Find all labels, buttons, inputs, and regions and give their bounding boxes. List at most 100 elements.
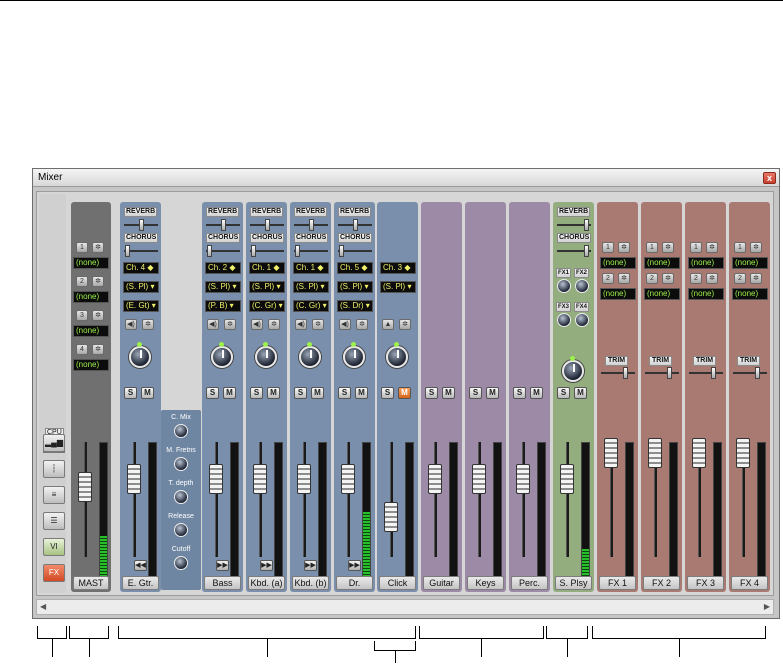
vi-button[interactable]: VI: [43, 538, 65, 556]
reverb-slider[interactable]: [338, 219, 372, 231]
fader-handle[interactable]: [560, 464, 574, 494]
speaker-icon[interactable]: ◀): [251, 319, 263, 330]
reverb-slider[interactable]: [557, 219, 591, 231]
mute-button[interactable]: M: [530, 387, 543, 399]
mute-button[interactable]: M: [442, 387, 455, 399]
scroll-left-icon[interactable]: ◀: [40, 602, 46, 611]
reverb-slider[interactable]: [294, 219, 328, 231]
solo-button[interactable]: S: [513, 387, 526, 399]
fader-handle[interactable]: [341, 464, 355, 494]
list-icon[interactable]: ≡: [43, 486, 65, 504]
nav-button[interactable]: ▶▶: [260, 560, 273, 571]
channel-name[interactable]: Perc.: [511, 576, 548, 590]
fader-handle[interactable]: [253, 464, 267, 494]
channel-name[interactable]: FX 4: [731, 576, 768, 590]
chorus-thumb[interactable]: [339, 245, 344, 257]
send-dropdown[interactable]: (none): [600, 257, 636, 269]
trim-thumb[interactable]: [623, 367, 628, 379]
nav-button[interactable]: ▶▶: [216, 560, 229, 571]
send-gear-icon[interactable]: ✲: [662, 242, 674, 253]
fader-track[interactable]: [303, 442, 306, 557]
reverb-slider[interactable]: [250, 219, 284, 231]
pan-knob[interactable]: [343, 342, 365, 368]
mute-button[interactable]: M: [398, 387, 411, 399]
reverb-thumb[interactable]: [309, 219, 314, 231]
channel-name[interactable]: Keys: [467, 576, 504, 590]
mute-button[interactable]: M: [574, 387, 587, 399]
speaker-icon[interactable]: ◀): [207, 319, 219, 330]
fader-track[interactable]: [215, 442, 218, 557]
fader-handle[interactable]: [384, 502, 398, 532]
speaker-icon[interactable]: ◀): [125, 319, 137, 330]
midi-channel-dropdown[interactable]: Ch. 3 ◆: [380, 262, 416, 274]
trim-thumb[interactable]: [667, 367, 672, 379]
chorus-slider[interactable]: [557, 245, 591, 257]
channel-name[interactable]: FX 3: [687, 576, 724, 590]
fader-handle[interactable]: [692, 438, 706, 468]
chorus-slider[interactable]: [124, 245, 158, 257]
mute-button[interactable]: M: [141, 387, 154, 399]
channel-name[interactable]: Dr.: [336, 576, 373, 590]
gear-icon[interactable]: ✲: [142, 319, 154, 330]
chorus-thumb[interactable]: [125, 245, 130, 257]
plugin-param-knob[interactable]: [174, 556, 188, 570]
channel-name[interactable]: Click: [379, 576, 416, 590]
plugin-param-knob[interactable]: [174, 490, 188, 504]
send-gear-icon[interactable]: ✲: [92, 344, 104, 355]
chorus-thumb[interactable]: [207, 245, 212, 257]
fader-track[interactable]: [259, 442, 262, 557]
fader-handle[interactable]: [428, 464, 442, 494]
pan-knob[interactable]: [299, 342, 321, 368]
trim-slider[interactable]: [733, 367, 767, 379]
solo-button[interactable]: S: [381, 387, 394, 399]
mute-button[interactable]: M: [355, 387, 368, 399]
menu-icon[interactable]: ☰: [43, 512, 65, 530]
solo-button[interactable]: S: [206, 387, 219, 399]
pan-knob[interactable]: [129, 342, 151, 368]
port-dropdown[interactable]: (S. Pl) ▾: [380, 281, 416, 293]
port-dropdown[interactable]: (S. Pl) ▾: [205, 281, 241, 293]
send-dropdown[interactable]: (none): [644, 257, 680, 269]
send-dropdown[interactable]: (none): [688, 257, 724, 269]
chorus-slider[interactable]: [250, 245, 284, 257]
plugin-param-knob[interactable]: [174, 424, 188, 438]
fader-track[interactable]: [347, 442, 350, 557]
solo-button[interactable]: S: [294, 387, 307, 399]
instrument-dropdown[interactable]: (C. Gr) ▾: [249, 300, 285, 312]
fader-track[interactable]: [522, 442, 525, 557]
fx-send-knob[interactable]: [575, 313, 589, 327]
solo-button[interactable]: S: [338, 387, 351, 399]
send-gear-icon[interactable]: ✲: [618, 242, 630, 253]
fader-handle[interactable]: [209, 464, 223, 494]
send-dropdown[interactable]: (none): [644, 288, 680, 300]
trim-slider[interactable]: [601, 367, 635, 379]
horizontal-scrollbar[interactable]: ◀ ▶: [36, 599, 774, 615]
port-dropdown[interactable]: (S. Pl) ▾: [337, 281, 373, 293]
fader-handle[interactable]: [604, 438, 618, 468]
channel-name[interactable]: Guitar: [423, 576, 460, 590]
fx-send-knob[interactable]: [557, 313, 571, 327]
midi-channel-dropdown[interactable]: Ch. 5 ◆: [337, 262, 373, 274]
fader-handle[interactable]: [472, 464, 486, 494]
chorus-slider[interactable]: [206, 245, 240, 257]
chorus-thumb[interactable]: [584, 245, 589, 257]
speaker-icon[interactable]: ◀): [339, 319, 351, 330]
send-gear-icon[interactable]: ✲: [706, 242, 718, 253]
meter-bars-icon[interactable]: ▂▄▆: [43, 434, 65, 452]
send-dropdown[interactable]: (none): [73, 359, 109, 371]
metronome-icon[interactable]: ▲: [382, 319, 394, 330]
plugin-param-knob[interactable]: [174, 457, 188, 471]
fader-handle[interactable]: [736, 438, 750, 468]
chorus-slider[interactable]: [338, 245, 372, 257]
midi-channel-dropdown[interactable]: Ch. 4 ◆: [123, 262, 159, 274]
reverb-thumb[interactable]: [221, 219, 226, 231]
fader-track[interactable]: [478, 442, 481, 557]
midi-channel-dropdown[interactable]: Ch. 1 ◆: [293, 262, 329, 274]
plugin-param-knob[interactable]: [174, 523, 188, 537]
chorus-slider[interactable]: [294, 245, 328, 257]
gear-icon[interactable]: ✲: [224, 319, 236, 330]
solo-button[interactable]: S: [425, 387, 438, 399]
send-gear-icon[interactable]: ✲: [92, 276, 104, 287]
midi-channel-dropdown[interactable]: Ch. 2 ◆: [205, 262, 241, 274]
channel-name[interactable]: FX 1: [599, 576, 636, 590]
